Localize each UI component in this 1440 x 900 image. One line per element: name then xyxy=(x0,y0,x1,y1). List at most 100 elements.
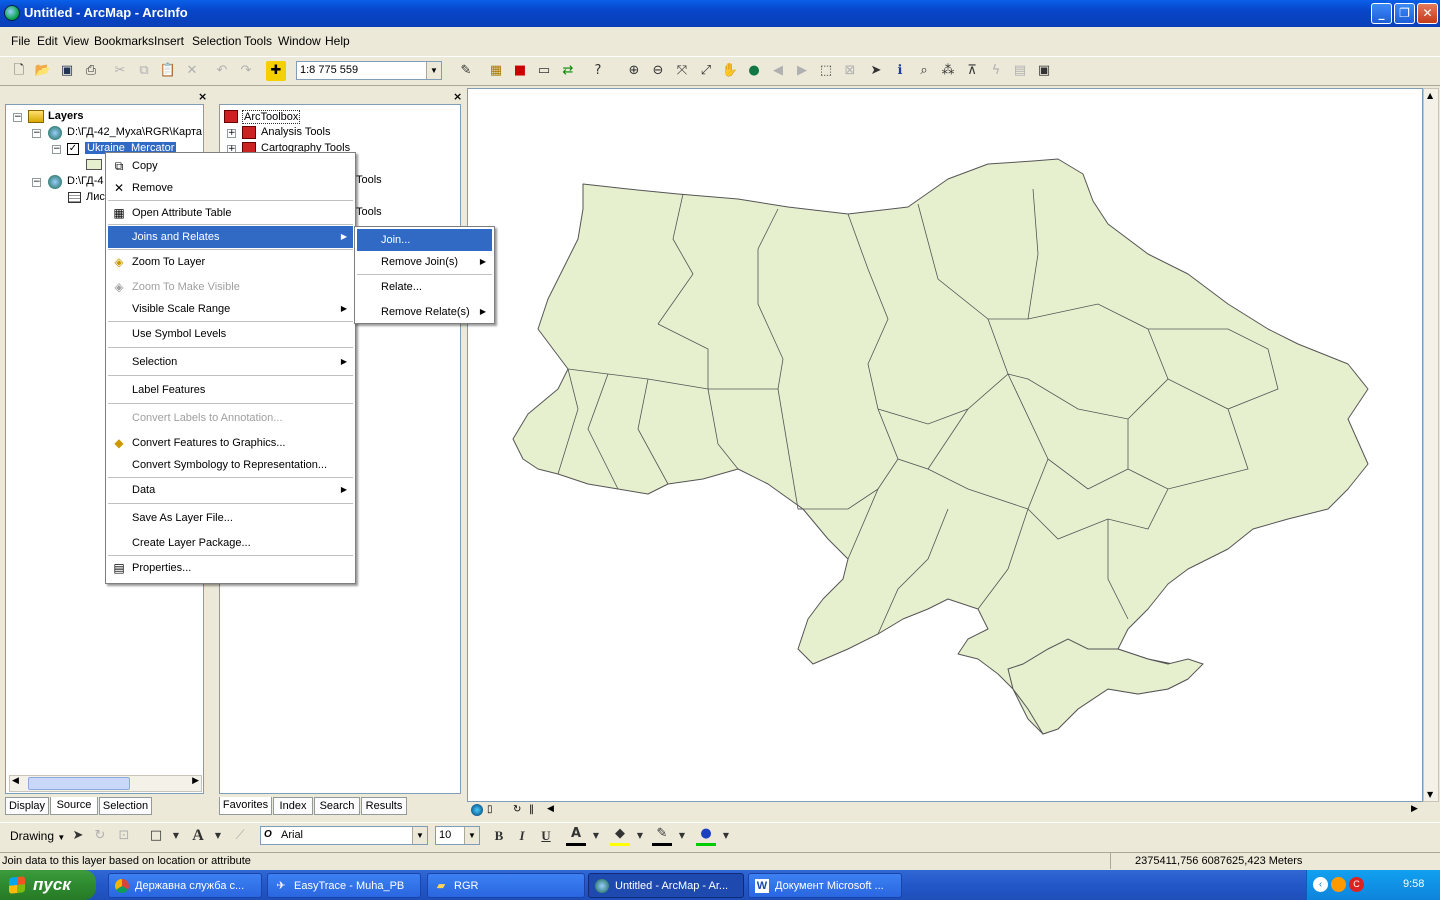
menu-item-join[interactable]: Join... xyxy=(357,229,492,251)
clear-selection-icon[interactable]: ⊠ xyxy=(840,61,860,81)
refresh-icon[interactable]: ↻ xyxy=(513,804,521,815)
menu-item-convert-labels[interactable]: Convert Labels to Annotation... xyxy=(108,407,353,429)
menu-item-zoom-to-layer[interactable]: ◈ Zoom To Layer xyxy=(108,251,353,273)
scrollbar-thumb[interactable] xyxy=(28,777,130,790)
copy-icon[interactable]: ⧉ xyxy=(134,61,154,81)
clock[interactable]: 9:58 xyxy=(1403,878,1424,890)
scroll-right-icon[interactable]: ▶ xyxy=(192,776,199,786)
identify-icon[interactable]: ℹ xyxy=(890,61,910,81)
toolbox-root[interactable]: ArcToolbox xyxy=(242,110,301,124)
tray-antivirus-icon[interactable]: C xyxy=(1349,877,1364,892)
menu-item-remove-join[interactable]: Remove Join(s) ▶ xyxy=(357,251,492,273)
menu-window[interactable]: Window xyxy=(278,34,321,48)
minimize-button[interactable]: _ xyxy=(1371,3,1392,24)
taskbar-item-easytrace[interactable]: ✈ EasyTrace - Muha_PB xyxy=(267,873,421,898)
rotate-icon[interactable]: ↻ xyxy=(90,826,110,846)
scroll-left-icon[interactable]: ◀ xyxy=(547,804,554,814)
scroll-right-icon[interactable]: ▶ xyxy=(1411,804,1418,814)
data-view-icon[interactable] xyxy=(471,804,483,816)
menu-help[interactable]: Help xyxy=(325,34,350,48)
italic-button[interactable]: I xyxy=(512,826,532,846)
tab-favorites[interactable]: Favorites xyxy=(219,797,272,815)
menu-item-save-as-layer-file[interactable]: Save As Layer File... xyxy=(108,507,353,529)
font-color-icon[interactable]: A xyxy=(566,826,586,846)
menu-item-create-layer-package[interactable]: Create Layer Package... xyxy=(108,532,353,554)
tray-app-icon[interactable] xyxy=(1331,877,1346,892)
menu-tools[interactable]: Tools xyxy=(244,34,272,48)
edit-vertices-icon[interactable]: ⟋ xyxy=(230,826,250,846)
tray-collapse-icon[interactable]: ‹ xyxy=(1313,877,1328,892)
close-icon[interactable]: × xyxy=(453,90,462,103)
toc-table-item[interactable]: Лис xyxy=(86,191,105,203)
fixed-zoom-in-icon[interactable]: ⤧ xyxy=(672,61,692,81)
hyperlink-icon[interactable]: ϟ xyxy=(986,61,1006,81)
select-features-icon[interactable]: ⬚ xyxy=(816,61,836,81)
chevron-down-icon[interactable]: ▼ xyxy=(586,826,606,846)
scroll-left-icon[interactable]: ◀ xyxy=(12,776,19,786)
toolbox-item-partial-2[interactable]: Tools xyxy=(356,206,382,218)
scroll-down-icon[interactable]: ▼ xyxy=(1427,790,1433,799)
arctoolbox-icon[interactable]: ■ xyxy=(510,61,530,81)
menu-item-label-features[interactable]: Label Features xyxy=(108,379,353,401)
pan-icon[interactable]: ✋ xyxy=(720,61,740,81)
collapse-icon[interactable]: − xyxy=(13,113,22,122)
expand-icon[interactable]: + xyxy=(227,129,236,138)
new-document-icon[interactable]: 🗋 xyxy=(9,61,29,81)
zoom-whole-page-icon[interactable]: ⊡ xyxy=(114,826,134,846)
find-icon[interactable]: ⌕ xyxy=(914,61,934,81)
forward-extent-icon[interactable]: ▶ xyxy=(792,61,812,81)
fixed-zoom-out-icon[interactable]: ⤢ xyxy=(696,61,716,81)
menu-view[interactable]: View xyxy=(63,34,89,48)
menu-item-remove-relate[interactable]: Remove Relate(s) ▶ xyxy=(357,301,492,323)
fill-color-icon[interactable]: ◆ xyxy=(610,826,630,846)
collapse-icon[interactable]: − xyxy=(32,178,41,187)
chevron-down-icon[interactable]: ▼ xyxy=(672,826,692,846)
font-name-combo[interactable]: O Arial ▼ xyxy=(260,826,428,845)
map-display[interactable] xyxy=(467,88,1423,802)
menu-item-properties[interactable]: ▤ Properties... xyxy=(108,557,353,579)
menu-item-convert-features[interactable]: ◆ Convert Features to Graphics... xyxy=(108,432,353,454)
font-size-combo[interactable]: 10 ▼ xyxy=(435,826,480,845)
back-extent-icon[interactable]: ◀ xyxy=(768,61,788,81)
find-route-icon[interactable]: ⁂ xyxy=(938,61,958,81)
text-tool-icon[interactable]: A xyxy=(188,826,208,846)
menu-item-use-symbol-levels[interactable]: Use Symbol Levels xyxy=(108,323,353,345)
start-button[interactable]: пуск xyxy=(0,870,96,900)
restore-button[interactable]: ❐ xyxy=(1394,3,1415,24)
toc-source-folder-2[interactable]: D:\ГД-4 xyxy=(67,175,104,187)
drawing-menu[interactable]: Drawing ▼ xyxy=(10,829,65,843)
toolbox-item-partial[interactable]: Tools xyxy=(356,174,382,186)
select-elements-icon[interactable]: ➤ xyxy=(866,61,886,81)
rectangle-icon[interactable]: □ xyxy=(146,826,166,846)
chevron-down-icon[interactable]: ▼ xyxy=(630,826,650,846)
time-slider-icon[interactable]: ▣ xyxy=(1034,61,1054,81)
menu-item-data[interactable]: Data ▶ xyxy=(108,479,353,501)
menu-selection[interactable]: Selection xyxy=(192,34,241,48)
undo-icon[interactable]: ↶ xyxy=(212,61,232,81)
delete-icon[interactable]: ✕ xyxy=(182,61,202,81)
open-icon[interactable]: 📂 xyxy=(33,61,53,81)
tab-selection[interactable]: Selection xyxy=(99,797,152,815)
full-extent-icon[interactable]: ● xyxy=(744,61,764,81)
taskbar-item-arcmap[interactable]: Untitled - ArcMap - Ar... xyxy=(588,873,744,898)
line-color-icon[interactable]: ✎ xyxy=(652,826,672,846)
menu-bookmarks[interactable]: Bookmarks xyxy=(94,34,154,48)
toolbox-analysis-tools[interactable]: Analysis Tools xyxy=(261,126,331,138)
measure-icon[interactable]: ⊼ xyxy=(962,61,982,81)
redo-icon[interactable]: ↷ xyxy=(236,61,256,81)
taskbar-item-folder[interactable]: ▰ RGR xyxy=(427,873,585,898)
underline-button[interactable]: U xyxy=(536,826,556,846)
chevron-down-icon[interactable]: ▼ xyxy=(208,826,228,846)
scroll-up-icon[interactable]: ▲ xyxy=(1427,91,1433,100)
print-icon[interactable]: ⎙ xyxy=(81,61,101,81)
chevron-down-icon[interactable]: ▼ xyxy=(166,826,186,846)
add-data-icon[interactable]: ✚ xyxy=(266,61,286,81)
pause-drawing-icon[interactable]: ‖ xyxy=(529,804,534,815)
editor-toolbar-icon[interactable]: ✎ xyxy=(456,61,476,81)
menu-item-open-attribute-table[interactable]: ▦ Open Attribute Table xyxy=(108,202,353,224)
menu-item-selection[interactable]: Selection ▶ xyxy=(108,351,353,373)
modelbuilder-icon[interactable]: ⇄ xyxy=(558,61,578,81)
marker-color-icon[interactable]: ● xyxy=(696,826,716,846)
tab-results[interactable]: Results xyxy=(361,797,407,815)
zoom-out-icon[interactable]: ⊖ xyxy=(648,61,668,81)
